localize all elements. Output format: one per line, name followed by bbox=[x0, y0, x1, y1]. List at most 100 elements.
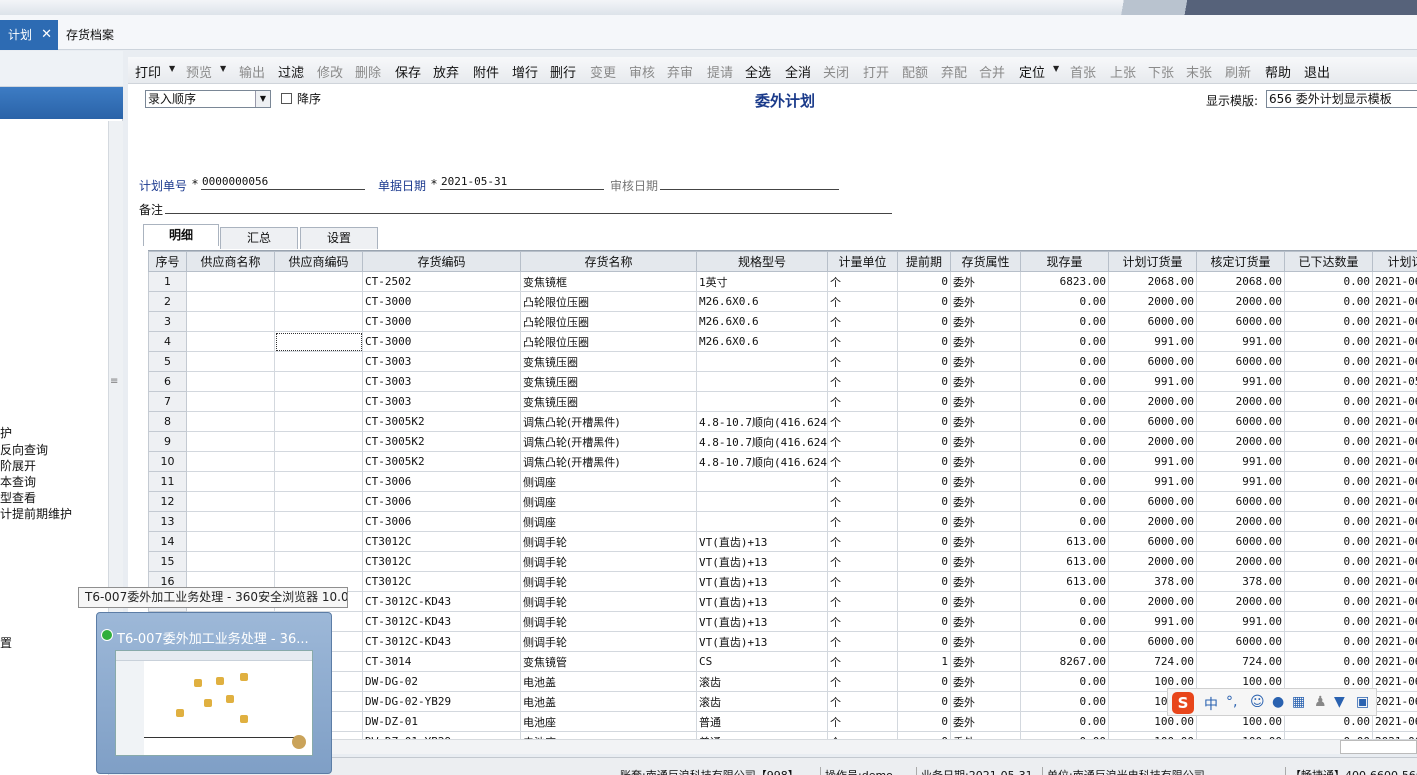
table-cell[interactable]: 0.00 bbox=[1284, 611, 1373, 632]
table-cell[interactable] bbox=[186, 331, 275, 352]
table-cell[interactable]: 2021-06 bbox=[1372, 331, 1417, 352]
table-cell[interactable]: 0.00 bbox=[1284, 351, 1373, 372]
table-cell[interactable]: 委外 bbox=[950, 491, 1021, 512]
table-cell[interactable]: 侧调座 bbox=[520, 511, 697, 532]
table-cell[interactable]: 变焦镜压圈 bbox=[520, 371, 697, 392]
toolbar-button[interactable]: 附件 bbox=[473, 62, 499, 81]
table-cell[interactable]: 6000.00 bbox=[1196, 351, 1285, 372]
toolbar-button[interactable]: 预览 bbox=[186, 62, 212, 81]
table-cell[interactable]: 8 bbox=[148, 411, 187, 432]
table-cell[interactable]: 5 bbox=[148, 351, 187, 372]
table-cell[interactable]: 2021-06 bbox=[1372, 571, 1417, 592]
table-cell[interactable]: 2000.00 bbox=[1196, 391, 1285, 412]
table-cell[interactable] bbox=[186, 391, 275, 412]
table-cell[interactable]: 普通 bbox=[696, 711, 828, 732]
column-header[interactable]: 供应商编码 bbox=[274, 251, 363, 272]
table-cell[interactable]: 0.00 bbox=[1020, 691, 1109, 712]
table-cell[interactable]: 991.00 bbox=[1108, 471, 1197, 492]
table-cell[interactable]: 0.00 bbox=[1284, 731, 1373, 739]
table-cell[interactable]: 个 bbox=[827, 651, 898, 672]
table-cell[interactable]: 委外 bbox=[950, 631, 1021, 652]
table-cell[interactable]: CT-3006 bbox=[362, 491, 521, 512]
table-cell[interactable]: 2021-06 bbox=[1372, 731, 1417, 739]
table-cell[interactable]: 变焦镜管 bbox=[520, 651, 697, 672]
table-cell[interactable]: 6000.00 bbox=[1108, 491, 1197, 512]
toolbar-button[interactable]: 全消 bbox=[785, 62, 811, 81]
table-cell[interactable]: 0 bbox=[897, 571, 951, 592]
table-cell[interactable]: 4 bbox=[148, 331, 187, 352]
audit-date-field[interactable] bbox=[660, 189, 839, 190]
toolbar-button[interactable]: 配额 bbox=[902, 62, 928, 81]
subtab-settings[interactable]: 设置 bbox=[300, 227, 378, 249]
table-cell[interactable]: 12 bbox=[148, 491, 187, 512]
table-cell[interactable]: 991.00 bbox=[1108, 451, 1197, 472]
table-cell[interactable]: 侧调座 bbox=[520, 471, 697, 492]
table-cell[interactable]: 2021-06 bbox=[1372, 351, 1417, 372]
table-cell[interactable]: CS bbox=[696, 651, 828, 672]
table-cell[interactable]: 724.00 bbox=[1108, 651, 1197, 672]
toolbar-button[interactable]: 打印 bbox=[135, 62, 161, 81]
table-cell[interactable]: 1 bbox=[897, 651, 951, 672]
grip-icon[interactable]: ≡ bbox=[110, 376, 118, 387]
table-cell[interactable] bbox=[274, 271, 363, 292]
table-cell[interactable] bbox=[274, 391, 363, 412]
table-cell[interactable]: 2021-06 bbox=[1372, 611, 1417, 632]
table-cell[interactable]: 100.00 bbox=[1108, 731, 1197, 739]
table-cell[interactable]: 委外 bbox=[950, 551, 1021, 572]
table-cell[interactable]: 个 bbox=[827, 691, 898, 712]
table-cell[interactable]: 个 bbox=[827, 311, 898, 332]
table-cell[interactable]: 个 bbox=[827, 331, 898, 352]
table-cell[interactable]: 0.00 bbox=[1284, 371, 1373, 392]
table-cell[interactable]: CT-3012C-KD43 bbox=[362, 611, 521, 632]
toolbar-button[interactable]: 删除 bbox=[355, 62, 381, 81]
table-cell[interactable]: 0.00 bbox=[1284, 491, 1373, 512]
table-cell[interactable]: 0 bbox=[897, 391, 951, 412]
table-cell[interactable]: 0 bbox=[897, 451, 951, 472]
table-cell[interactable]: 凸轮限位压圈 bbox=[520, 291, 697, 312]
table-cell[interactable]: CT-3000 bbox=[362, 311, 521, 332]
table-cell[interactable]: 0.00 bbox=[1284, 551, 1373, 572]
table-cell[interactable]: 6000.00 bbox=[1108, 531, 1197, 552]
table-cell[interactable]: DW-DZ-01-YB29 bbox=[362, 731, 521, 739]
table-cell[interactable]: CT-3003 bbox=[362, 391, 521, 412]
table-cell[interactable]: 0.00 bbox=[1020, 471, 1109, 492]
table-cell[interactable]: 378.00 bbox=[1108, 571, 1197, 592]
table-cell[interactable] bbox=[186, 511, 275, 532]
table-cell[interactable]: 0.00 bbox=[1020, 351, 1109, 372]
table-cell[interactable]: 0.00 bbox=[1020, 631, 1109, 652]
table-cell[interactable]: CT-3003 bbox=[362, 351, 521, 372]
table-cell[interactable]: CT-3000 bbox=[362, 331, 521, 352]
scroll-thumb[interactable] bbox=[1340, 740, 1417, 754]
table-cell[interactable]: 0.00 bbox=[1284, 571, 1373, 592]
table-row[interactable]: 11 CT-3006 侧调座个 0 委外 0.00 991.00 991.00 0.00 2021… bbox=[148, 471, 1417, 492]
table-cell[interactable]: 变焦镜框 bbox=[520, 271, 697, 292]
table-cell[interactable] bbox=[186, 351, 275, 372]
table-cell[interactable]: 委外 bbox=[950, 331, 1021, 352]
table-cell[interactable] bbox=[274, 531, 363, 552]
table-cell[interactable]: 个 bbox=[827, 271, 898, 292]
table-cell[interactable]: 8267.00 bbox=[1020, 651, 1109, 672]
chevron-down-icon[interactable]: ▼ bbox=[220, 64, 226, 73]
table-cell[interactable]: 个 bbox=[827, 611, 898, 632]
table-cell[interactable] bbox=[186, 271, 275, 292]
table-cell[interactable]: 0 bbox=[897, 691, 951, 712]
remark-field[interactable] bbox=[165, 213, 892, 214]
table-row[interactable]: 5 CT-3003 变焦镜压圈个 0 委外 0.00 6000.00 6000.00 0.00 2… bbox=[148, 351, 1417, 372]
table-cell[interactable]: 委外 bbox=[950, 271, 1021, 292]
table-cell[interactable]: 0.00 bbox=[1284, 591, 1373, 612]
table-cell[interactable]: 0 bbox=[897, 551, 951, 572]
table-cell[interactable]: 委外 bbox=[950, 671, 1021, 692]
table-cell[interactable]: 电池座 bbox=[520, 731, 697, 739]
table-cell[interactable]: 0.00 bbox=[1020, 671, 1109, 692]
table-cell[interactable]: 0.00 bbox=[1284, 411, 1373, 432]
toolbar-button[interactable]: 弃配 bbox=[941, 62, 967, 81]
table-cell[interactable]: 0.00 bbox=[1020, 411, 1109, 432]
table-cell[interactable]: 2000.00 bbox=[1108, 431, 1197, 452]
subtab-summary[interactable]: 汇总 bbox=[220, 227, 298, 249]
nav-item[interactable]: 型查看 bbox=[0, 489, 36, 506]
nav-item[interactable]: 计提前期维护 bbox=[0, 505, 72, 522]
table-cell[interactable] bbox=[274, 451, 363, 472]
table-cell[interactable] bbox=[186, 431, 275, 452]
table-cell[interactable]: 委外 bbox=[950, 291, 1021, 312]
table-row[interactable]: 10 CT-3005K2 调焦凸轮(开槽黑件) 4.8-10.7顺向(416.624)… bbox=[148, 451, 1417, 472]
